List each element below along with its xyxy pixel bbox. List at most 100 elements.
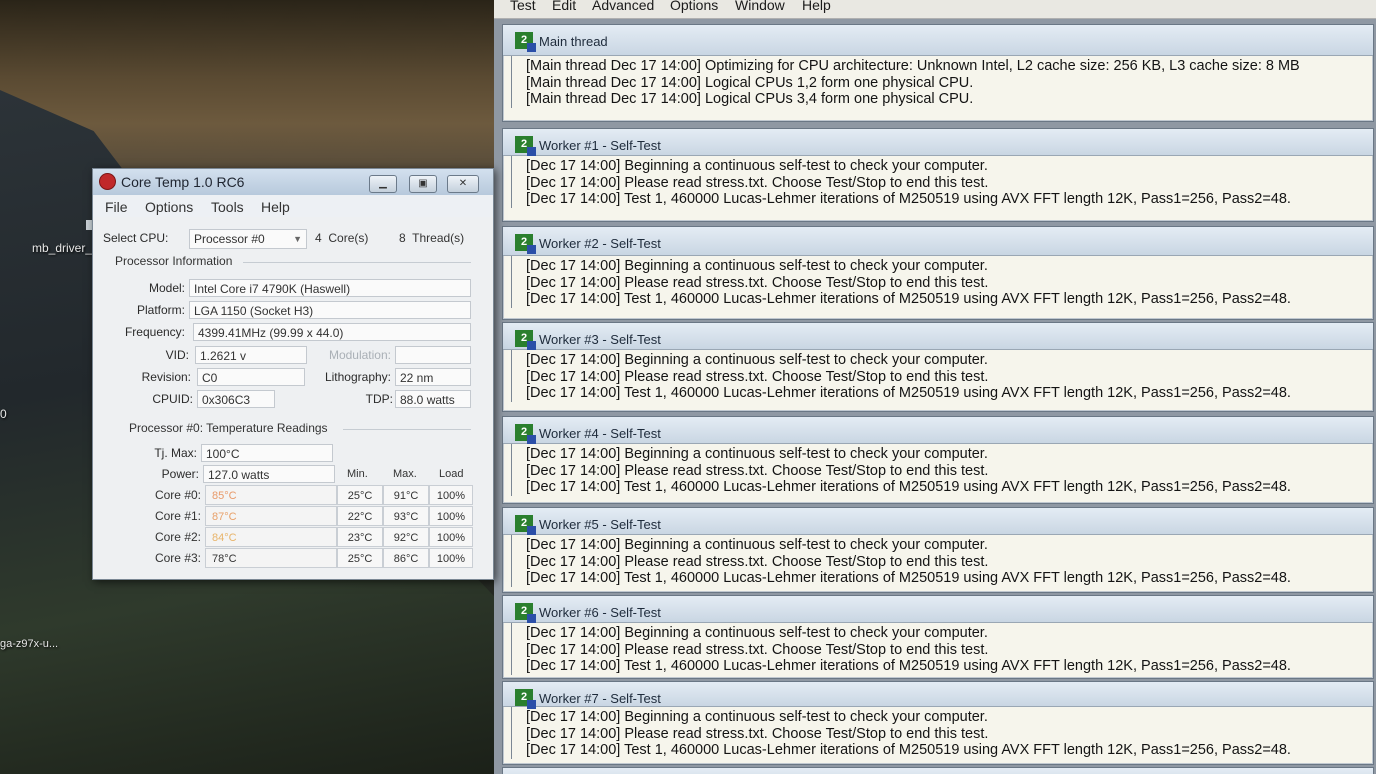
chevron-down-icon: ▼ [293, 234, 302, 244]
vid-label: VID: [165, 348, 189, 362]
menu-help[interactable]: Help [802, 0, 831, 13]
core-min-temp: 25°C [337, 548, 383, 568]
mdi-titlebar[interactable]: 2 Worker #7 - Self-Test [503, 682, 1373, 709]
worker-5-window[interactable]: 2 Worker #5 - Self-Test [Dec 17 14:00] Be… [502, 507, 1374, 593]
modulation-value [395, 346, 471, 364]
prime95-icon: 2 [515, 136, 536, 156]
processor-info-heading: Processor Information [115, 254, 233, 268]
mdi-titlebar[interactable]: 2 Worker #3 - Self-Test [503, 323, 1373, 350]
log-line: [Dec 17 14:00] Beginning a continuous se… [526, 537, 988, 553]
mdi-titlebar[interactable] [503, 768, 1373, 774]
window-title: Worker #1 - Self-Test [539, 138, 661, 153]
thread-count: 8 Thread(s) [395, 229, 485, 249]
core-name: Core #2: [154, 530, 201, 544]
worker-3-window[interactable]: 2 Worker #3 - Self-Test [Dec 17 14:00] Be… [502, 322, 1374, 412]
tjmax-value: 100°C [201, 444, 333, 462]
menu-edit[interactable]: Edit [552, 0, 576, 13]
log-line: [Dec 17 14:00] Beginning a continuous se… [526, 625, 988, 641]
core-temp-value: 87°C [205, 506, 337, 526]
core-max-temp: 93°C [383, 506, 429, 526]
log-line: [Main thread Dec 17 14:00] Logical CPUs … [526, 74, 974, 91]
mdi-titlebar[interactable]: 2 Main thread [503, 25, 1373, 56]
log-line: [Dec 17 14:00] Beginning a continuous se… [526, 709, 988, 725]
close-button[interactable]: ✕ [447, 175, 479, 193]
coretemp-menubar: File Options Tools Help [93, 195, 493, 217]
minimize-button[interactable]: ▁ [369, 175, 397, 193]
prime95-icon: 2 [515, 603, 536, 623]
cpu-select-value: Processor #0 [194, 232, 265, 246]
log-output: [Dec 17 14:00] Beginning a continuous se… [511, 256, 1373, 308]
menu-tools[interactable]: Tools [211, 199, 244, 215]
column-header-load: Load [439, 468, 464, 480]
maximize-button[interactable]: ▣ [409, 175, 437, 193]
log-line: [Dec 17 14:00] Beginning a continuous se… [526, 158, 988, 174]
core-name: Core #3: [154, 551, 201, 565]
worker-2-window[interactable]: 2 Worker #2 - Self-Test [Dec 17 14:00] Be… [502, 226, 1374, 320]
tjmax-label: Tj. Max: [154, 446, 197, 460]
core-max-temp: 91°C [383, 485, 429, 505]
lithography-label: Lithography: [324, 370, 391, 384]
window-title: Worker #7 - Self-Test [539, 691, 661, 706]
log-line: [Dec 17 14:00] Test 1, 460000 Lucas-Lehm… [526, 191, 1291, 207]
log-output: [Dec 17 14:00] Beginning a continuous se… [511, 444, 1373, 496]
log-line: [Dec 17 14:00] Test 1, 460000 Lucas-Lehm… [526, 291, 1291, 307]
mdi-titlebar[interactable]: 2 Worker #5 - Self-Test [503, 508, 1373, 535]
window-title: Worker #3 - Self-Test [539, 332, 661, 347]
core-load: 100% [429, 485, 473, 505]
mdi-titlebar[interactable]: 2 Worker #1 - Self-Test [503, 129, 1373, 156]
menu-options[interactable]: Options [670, 0, 718, 13]
worker-6-window[interactable]: 2 Worker #6 - Self-Test [Dec 17 14:00] Be… [502, 595, 1374, 679]
log-line: [Dec 17 14:00] Beginning a continuous se… [526, 352, 988, 368]
log-line: [Dec 17 14:00] Please read stress.txt. C… [526, 725, 989, 742]
log-output: [Main thread Dec 17 14:00] Optimizing fo… [511, 56, 1373, 108]
core-max-temp: 92°C [383, 527, 429, 547]
tdp-label: TDP: [365, 392, 393, 406]
menu-advanced[interactable]: Advanced [592, 0, 654, 13]
log-line: [Dec 17 14:00] Test 1, 460000 Lucas-Lehm… [526, 570, 1291, 586]
main-thread-window[interactable]: 2 Main thread [Main thread Dec 17 14:00] … [502, 24, 1374, 122]
log-output: [Dec 17 14:00] Beginning a continuous se… [511, 707, 1373, 759]
core-name: Core #0: [154, 488, 201, 502]
cpuid-label: CPUID: [152, 392, 193, 406]
core-load: 100% [429, 506, 473, 526]
worker-8-window[interactable] [502, 767, 1374, 774]
worker-7-window[interactable]: 2 Worker #7 - Self-Test [Dec 17 14:00] Be… [502, 681, 1374, 765]
menu-file[interactable]: File [105, 199, 128, 215]
mdi-titlebar[interactable]: 2 Worker #2 - Self-Test [503, 227, 1373, 256]
log-line: [Dec 17 14:00] Please read stress.txt. C… [526, 641, 989, 658]
log-line: [Dec 17 14:00] Test 1, 460000 Lucas-Lehm… [526, 658, 1291, 674]
vid-value: 1.2621 v [195, 346, 307, 364]
menu-help[interactable]: Help [261, 199, 290, 215]
desktop-icon-label[interactable]: mb_driver_ [32, 241, 92, 255]
prime95-icon: 2 [515, 424, 536, 444]
log-line: [Dec 17 14:00] Test 1, 460000 Lucas-Lehm… [526, 479, 1291, 495]
desktop-icon-label[interactable]: ga-z97x-u... [0, 638, 58, 650]
core-temp-value: 85°C [205, 485, 337, 505]
lithography-value: 22 nm [395, 368, 471, 386]
mdi-titlebar[interactable]: 2 Worker #6 - Self-Test [503, 596, 1373, 623]
log-line: [Dec 17 14:00] Test 1, 460000 Lucas-Lehm… [526, 385, 1291, 401]
mdi-titlebar[interactable]: 2 Worker #4 - Self-Test [503, 417, 1373, 444]
worker-1-window[interactable]: 2 Worker #1 - Self-Test [Dec 17 14:00] Be… [502, 128, 1374, 222]
revision-value: C0 [197, 368, 305, 386]
log-line: [Dec 17 14:00] Please read stress.txt. C… [526, 462, 989, 479]
frequency-label: Frequency: [124, 325, 185, 339]
cpu-select-dropdown[interactable]: Processor #0 ▼ [189, 229, 307, 249]
menu-options[interactable]: Options [145, 199, 193, 215]
menu-window[interactable]: Window [735, 0, 785, 13]
worker-4-window[interactable]: 2 Worker #4 - Self-Test [Dec 17 14:00] Be… [502, 416, 1374, 504]
platform-value: LGA 1150 (Socket H3) [189, 301, 471, 319]
window-title: Worker #5 - Self-Test [539, 517, 661, 532]
menu-test[interactable]: Test [510, 0, 536, 13]
prime95-icon: 2 [515, 689, 536, 709]
log-line: [Dec 17 14:00] Please read stress.txt. C… [526, 368, 989, 385]
core-temp-value: 84°C [205, 527, 337, 547]
platform-label: Platform: [136, 303, 185, 317]
desktop-icon-label[interactable]: 0 [0, 407, 7, 421]
core-min-temp: 22°C [337, 506, 383, 526]
coretemp-titlebar[interactable]: Core Temp 1.0 RC6 ▁ ▣ ✕ [93, 169, 493, 195]
core-min-temp: 25°C [337, 485, 383, 505]
log-output: [Dec 17 14:00] Beginning a continuous se… [511, 535, 1373, 587]
model-label: Model: [148, 281, 185, 295]
log-line: [Main thread Dec 17 14:00] Optimizing fo… [526, 58, 1300, 74]
